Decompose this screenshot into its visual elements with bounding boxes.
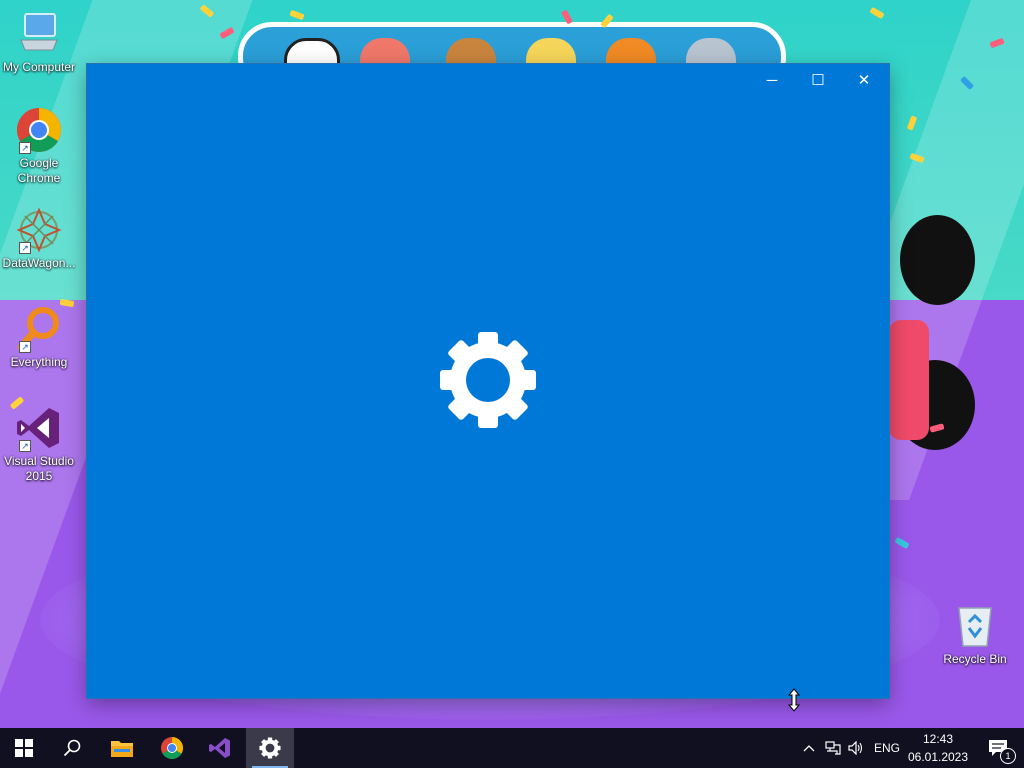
computer-icon: [15, 10, 63, 58]
minimize-icon: ─: [766, 71, 778, 89]
maximize-icon: ☐: [811, 72, 825, 89]
taskbar-settings[interactable]: [246, 728, 294, 768]
desktop-icon-datawagon[interactable]: ↗ DataWagon...: [0, 206, 78, 271]
gear-icon: [259, 737, 281, 759]
taskbar: ENG 12:43 06.01.2023 1: [0, 728, 1024, 768]
tray-volume[interactable]: [845, 728, 867, 768]
datawagon-icon: ↗: [15, 206, 63, 254]
search-button[interactable]: [48, 728, 96, 768]
notification-count-badge: 1: [1000, 748, 1016, 764]
action-center-button[interactable]: 1: [978, 728, 1018, 768]
dancer-hair: [900, 215, 975, 305]
shortcut-arrow-icon: ↗: [19, 242, 31, 254]
search-icon: [63, 739, 81, 757]
shortcut-arrow-icon: ↗: [19, 440, 31, 452]
confetti: [906, 115, 918, 131]
taskbar-visual-studio[interactable]: [196, 728, 244, 768]
input-language-indicator[interactable]: ENG: [874, 741, 900, 755]
maximize-button[interactable]: ☐: [795, 64, 841, 96]
clock-date: 06.01.2023: [907, 750, 969, 764]
clock-time: 12:43: [922, 732, 954, 746]
desktop-icon-label: Everything: [10, 355, 68, 369]
shortcut-arrow-icon: ↗: [19, 341, 31, 353]
desktop-icon-label: DataWagon...: [2, 256, 76, 270]
taskbar-clock[interactable]: 12:43 06.01.2023: [902, 728, 974, 768]
tray-show-hidden-icons[interactable]: [798, 728, 820, 768]
desktop-icon-label: Visual Studio 2015: [4, 454, 74, 483]
network-icon: [825, 741, 841, 755]
visual-studio-icon: [209, 738, 230, 758]
gear-icon: [438, 330, 538, 430]
settings-app-window[interactable]: ─ ☐ ✕: [87, 64, 889, 698]
close-icon: ✕: [857, 72, 871, 89]
desktop-icon-google-chrome[interactable]: ↗ Google Chrome: [0, 106, 78, 186]
dancer-body: [889, 320, 929, 440]
minimize-button[interactable]: ─: [749, 64, 795, 96]
desktop-icon-label: Google Chrome: [17, 156, 61, 185]
taskbar-chrome[interactable]: [148, 728, 196, 768]
tray-network[interactable]: [821, 728, 845, 768]
confetti: [869, 6, 885, 20]
folder-icon: [111, 741, 133, 757]
visual-studio-icon: ↗: [15, 404, 63, 452]
chrome-icon: [161, 737, 183, 759]
desktop-icon-label: Recycle Bin: [943, 652, 1007, 666]
desktop-icon-visual-studio[interactable]: ↗ Visual Studio 2015: [0, 404, 78, 484]
desktop-icon-label: My Computer: [2, 60, 76, 74]
speaker-icon: [848, 741, 863, 755]
confetti: [289, 9, 305, 21]
resize-cursor-icon: [787, 688, 801, 712]
taskbar-file-explorer[interactable]: [98, 728, 146, 768]
everything-search-icon: ↗: [15, 305, 63, 353]
shortcut-arrow-icon: ↗: [19, 142, 31, 154]
close-button[interactable]: ✕: [841, 64, 887, 96]
desktop-icon-everything[interactable]: ↗ Everything: [0, 305, 78, 370]
desktop-icon-recycle-bin[interactable]: Recycle Bin: [936, 602, 1014, 667]
desktop-icon-my-computer[interactable]: My Computer: [0, 10, 78, 75]
windows-logo-icon: [15, 739, 33, 757]
start-button[interactable]: [0, 728, 48, 768]
chrome-icon: ↗: [15, 106, 63, 154]
recycle-bin-icon: [951, 602, 999, 650]
chevron-up-icon: [803, 745, 815, 752]
